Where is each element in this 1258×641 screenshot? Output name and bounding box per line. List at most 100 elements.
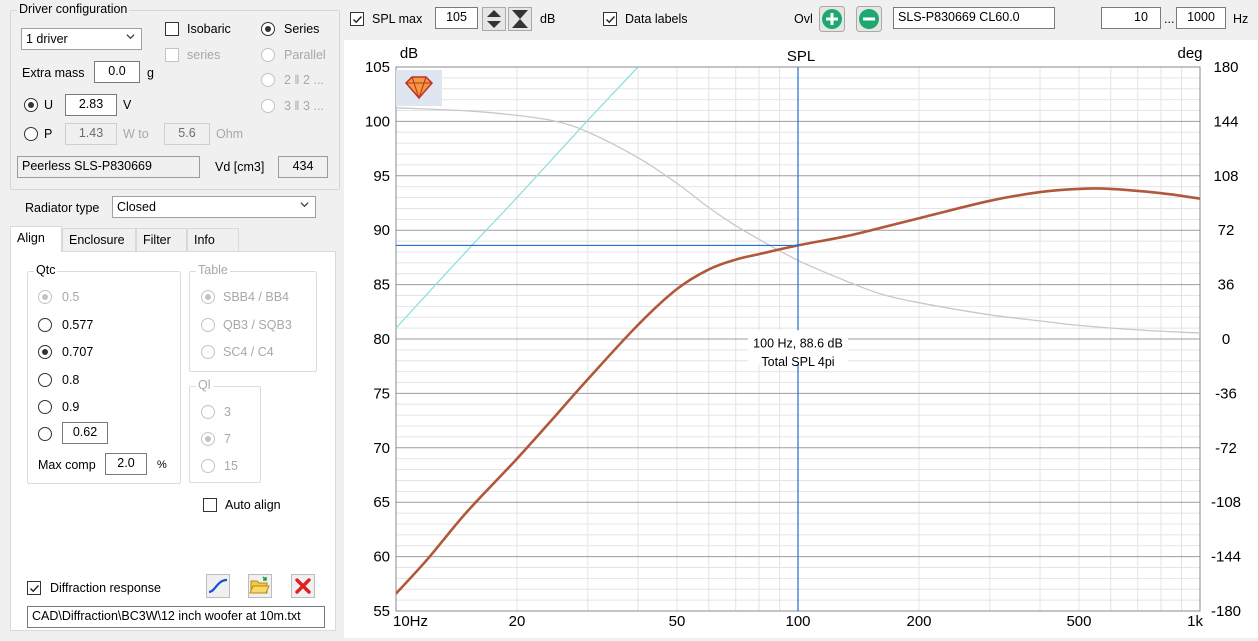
isobaric-label: Isobaric (187, 22, 231, 36)
qtc-radio-custom[interactable] (38, 427, 52, 441)
ql-radio-0[interactable] (201, 405, 215, 419)
radiator-type-value: Closed (117, 200, 156, 214)
u-radio[interactable] (24, 98, 38, 112)
spl-max-label: SPL max (372, 12, 423, 26)
spl-unit: dB (540, 12, 556, 26)
overlay-add-button[interactable] (819, 6, 845, 32)
freq-separator: ... (1164, 12, 1175, 26)
y-tick-label: 55 (373, 603, 390, 620)
diffraction-path-field[interactable]: CAD\Diffraction\BC3W\12 inch woofer at 1… (27, 606, 325, 628)
y2-tick-label: -72 (1215, 440, 1237, 457)
y-tick-label: 70 (373, 440, 390, 457)
radiator-type-select[interactable]: Closed (112, 196, 316, 218)
spl-chart-area[interactable]: 100 Hz, 88.6 dB Total SPL 4pi 55 60 65 70 75 8… (344, 40, 1258, 638)
close-icon (291, 574, 315, 598)
spl-spin-button[interactable] (482, 7, 506, 31)
three-parallel-radio[interactable] (261, 99, 275, 113)
table-radio-2[interactable] (201, 345, 215, 359)
folder-open-icon (248, 574, 272, 598)
series-label: Series (284, 22, 320, 36)
y-tick-label: 60 (373, 549, 390, 566)
diffraction-label: Diffraction response (50, 581, 161, 595)
auto-align-checkbox[interactable] (203, 498, 217, 512)
tab-enclosure[interactable]: Enclosure (62, 228, 136, 251)
driver-name-field[interactable]: Peerless SLS-P830669 (17, 156, 200, 178)
minus-icon (856, 6, 882, 32)
y-tick-label: 95 (373, 168, 390, 185)
freq-max-input[interactable]: 1000 (1176, 7, 1226, 29)
spl-fit-button[interactable] (508, 7, 532, 31)
tab-filter[interactable]: Filter (136, 228, 187, 251)
max-comp-input[interactable]: 2.0 (105, 453, 147, 475)
ql-radio-1[interactable] (201, 432, 215, 446)
align-tab-panel: Qtc 0.5 0.577 0.707 0.8 0.9 0.62 Max com… (10, 251, 336, 631)
x-tick-label: 500 (1066, 613, 1091, 630)
two-parallel-radio[interactable] (261, 73, 275, 87)
cursor-label-value: 100 Hz, 88.6 dB (753, 337, 843, 351)
data-labels-label: Data labels (625, 12, 688, 26)
extra-mass-unit: g (147, 66, 154, 80)
qtc-radio-0[interactable] (38, 290, 52, 304)
qtc-radio-3[interactable] (38, 373, 52, 387)
spl-max-input[interactable]: 105 (435, 7, 478, 29)
chevron-down-icon (126, 34, 135, 40)
qtc-radio-1[interactable] (38, 318, 52, 332)
qtc-radio-4[interactable] (38, 400, 52, 414)
power-input[interactable]: 1.43 (65, 123, 117, 145)
diffraction-open-button[interactable] (248, 574, 272, 598)
ql-option-2: 15 (224, 459, 238, 473)
spl-max-checkbox[interactable] (350, 12, 364, 26)
max-comp-label: Max comp (38, 458, 96, 472)
diffraction-curve-button[interactable] (206, 574, 230, 598)
p-label: P (44, 127, 53, 141)
overlay-remove-button[interactable] (856, 6, 882, 32)
voltage-input[interactable]: 2.83 (65, 94, 117, 116)
impedance-input[interactable]: 5.6 (164, 123, 210, 145)
overlay-label: Ovl (794, 12, 813, 26)
parallel-radio[interactable] (261, 48, 275, 62)
qtc-custom-input[interactable]: 0.62 (62, 422, 108, 444)
y-tick-label: 80 (373, 331, 390, 348)
checkmark-icon (606, 16, 616, 24)
y2-tick-label: 108 (1213, 168, 1238, 185)
y2-tick-label: 0 (1222, 331, 1230, 348)
chevron-down-icon (300, 202, 309, 208)
y-tick-label: 75 (373, 385, 390, 402)
y-axis-label: dB (400, 45, 418, 62)
extra-mass-input[interactable]: 0.0 (94, 61, 140, 83)
driver-count-value: 1 driver (26, 32, 68, 46)
extra-mass-label: Extra mass (22, 66, 85, 80)
impedance-unit: Ohm (216, 127, 244, 141)
table-option-2: SC4 / C4 (223, 345, 274, 359)
three-parallel-label: 3 ‖ 3 ... (284, 99, 324, 113)
qtc-radio-2[interactable] (38, 345, 52, 359)
qtc-option-2: 0.707 (62, 345, 94, 359)
u-label: U (44, 98, 54, 112)
freq-unit: Hz (1233, 12, 1249, 26)
tab-align[interactable]: Align (10, 226, 62, 252)
y2-tick-label: 36 (1218, 277, 1235, 294)
checkmark-icon (30, 585, 40, 593)
y2-tick-label: 180 (1213, 59, 1238, 76)
overlay-name-field[interactable]: SLS-P830669 CL60.0 (893, 7, 1055, 29)
driver-count-select[interactable]: 1 driver (21, 28, 142, 50)
diffraction-remove-button[interactable] (291, 574, 315, 598)
p-radio[interactable] (24, 127, 38, 141)
series-radio[interactable] (261, 22, 275, 36)
table-radio-1[interactable] (201, 318, 215, 332)
voltage-unit: V (123, 98, 132, 112)
isobaric-checkbox[interactable] (165, 22, 179, 36)
freq-min-input[interactable]: 10 (1101, 7, 1161, 29)
series-sub-checkbox[interactable] (165, 48, 179, 62)
data-labels-checkbox[interactable] (603, 12, 617, 26)
ql-radio-2[interactable] (201, 459, 215, 473)
diffraction-checkbox[interactable] (27, 581, 41, 595)
table-radio-0[interactable] (201, 290, 215, 304)
y2-tick-label: -108 (1211, 494, 1241, 511)
cursor-label-series: Total SPL 4pi (761, 355, 834, 369)
vd-field[interactable]: 434 (278, 156, 328, 178)
y-tick-label: 65 (373, 494, 390, 511)
spl-chart[interactable]: 100 Hz, 88.6 dB Total SPL 4pi 55 60 65 70 75 8… (344, 40, 1258, 638)
auto-align-label: Auto align (225, 498, 281, 512)
tab-info[interactable]: Info (187, 228, 239, 251)
